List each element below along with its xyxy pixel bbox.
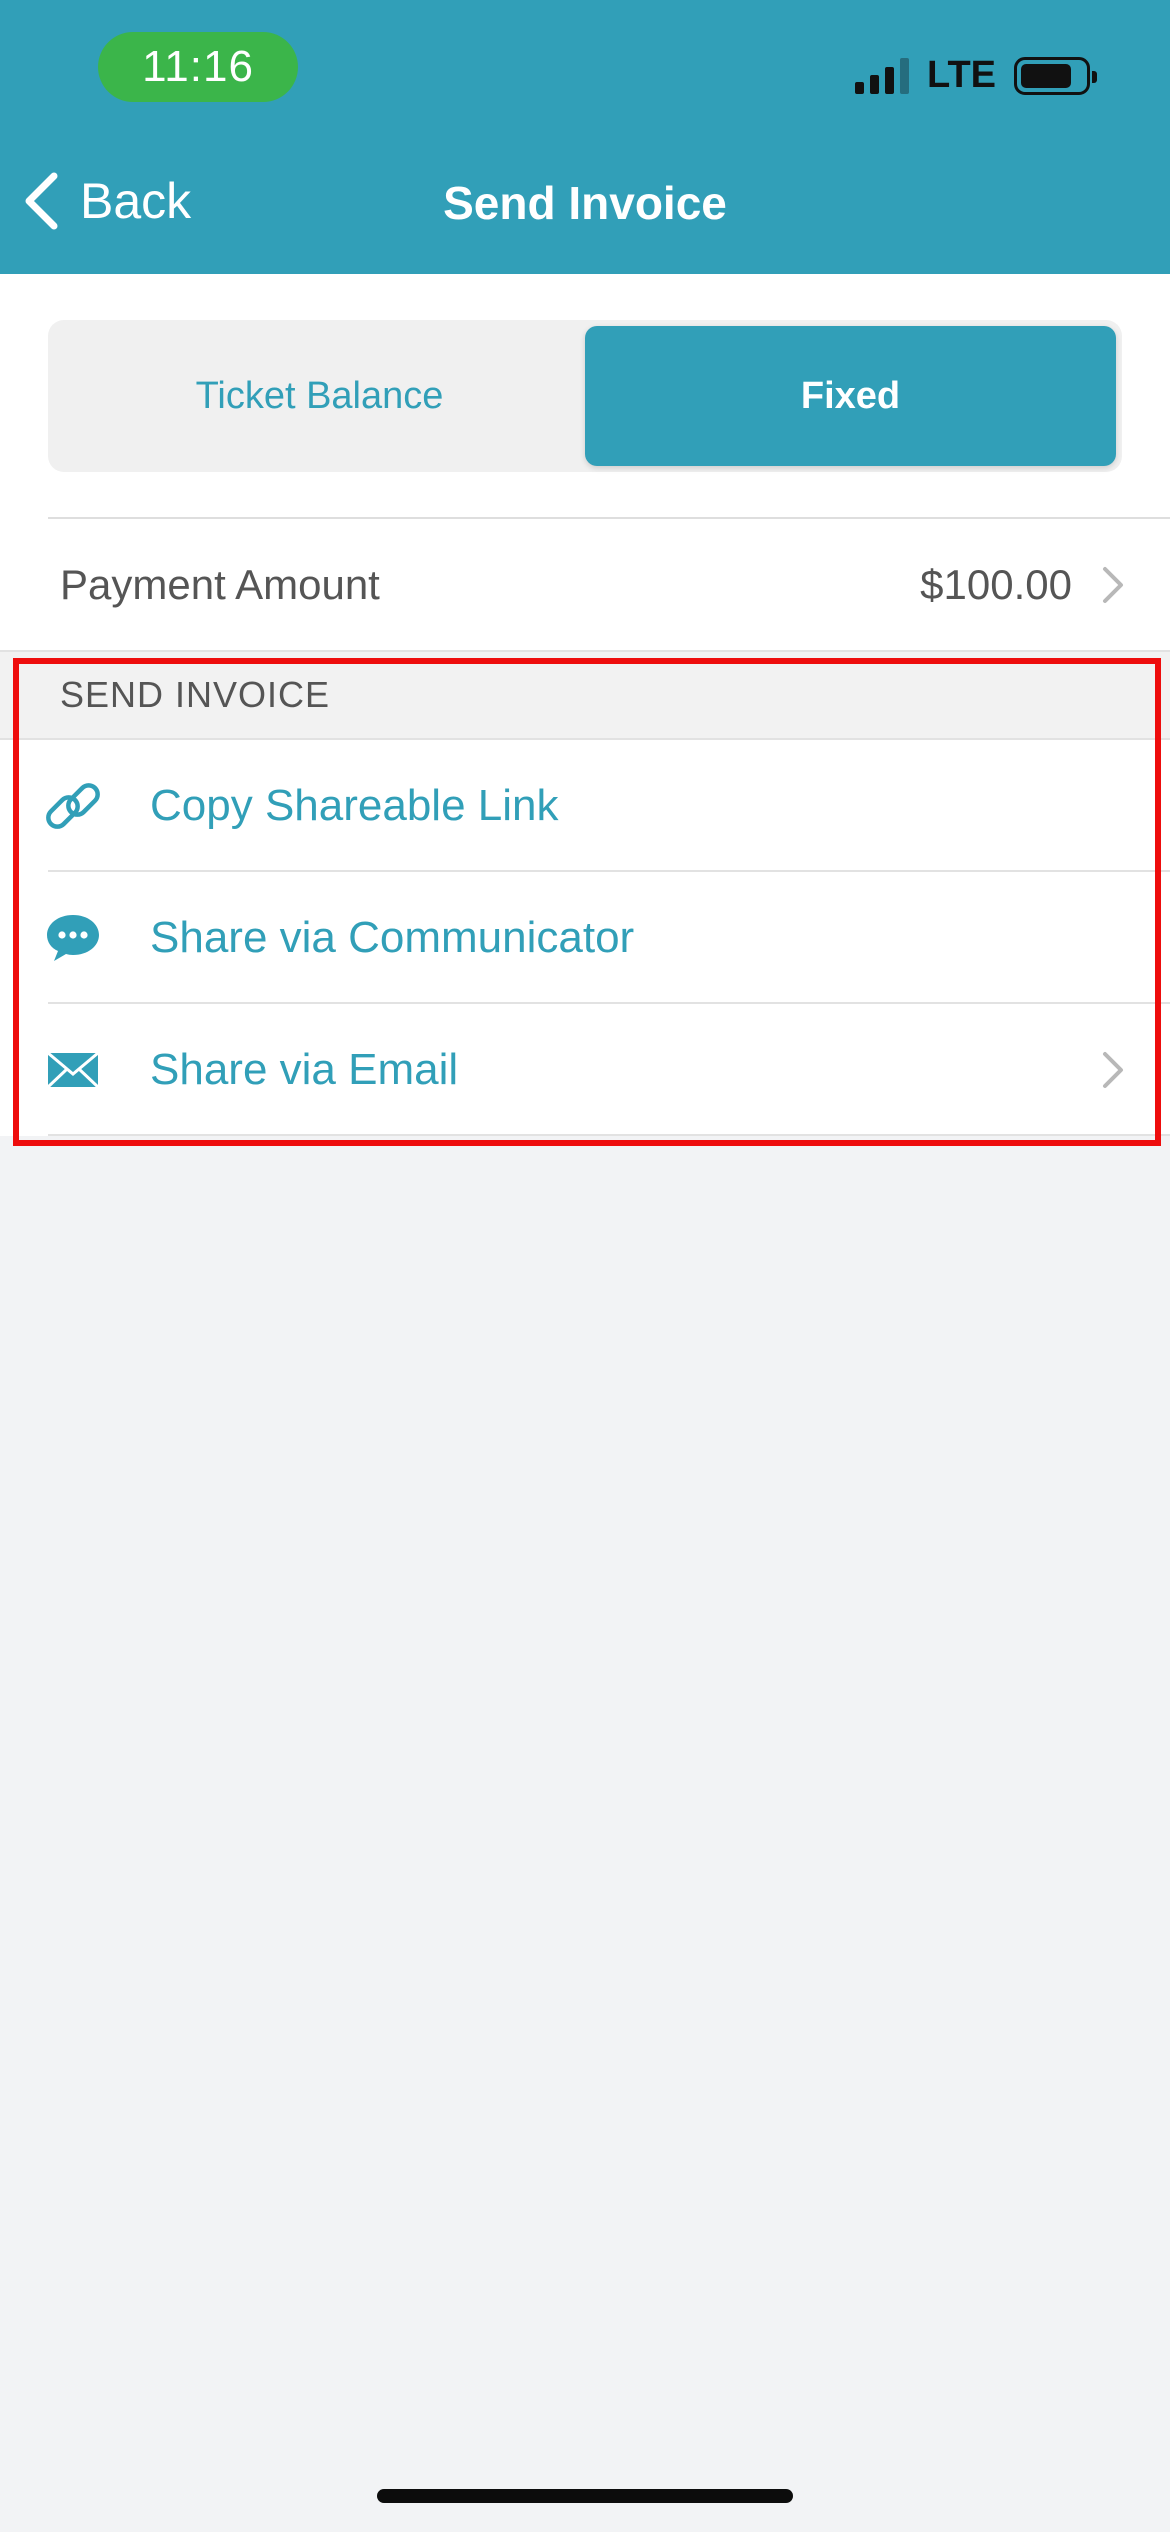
share-via-email-item[interactable]: Share via Email <box>0 1004 1170 1136</box>
status-time: 11:16 <box>98 32 298 102</box>
payment-amount-label: Payment Amount <box>60 560 380 608</box>
copy-shareable-link-label: Copy Shareable Link <box>150 781 559 830</box>
divider <box>48 1134 1170 1136</box>
amount-type-segmented-control: Ticket Balance Fixed <box>48 320 1122 472</box>
invoice-options: Ticket Balance Fixed Payment Amount $100… <box>0 274 1170 650</box>
segment-fixed[interactable]: Fixed <box>585 326 1116 466</box>
segment-ticket-balance[interactable]: Ticket Balance <box>54 326 585 466</box>
nav-header: 11:16 LTE Back Send Invoice <box>0 0 1170 274</box>
copy-shareable-link-item[interactable]: Copy Shareable Link <box>0 740 1170 872</box>
share-via-communicator-item[interactable]: Share via Communicator <box>0 872 1170 1004</box>
link-icon <box>0 773 150 839</box>
payment-amount-value: $100.00 <box>920 560 1072 608</box>
network-type: LTE <box>927 54 996 96</box>
share-via-communicator-label: Share via Communicator <box>150 913 635 962</box>
share-via-email-label: Share via Email <box>150 1045 459 1094</box>
signal-icon <box>855 57 910 94</box>
status-indicators: LTE <box>855 54 1097 97</box>
page-title: Send Invoice <box>443 177 727 229</box>
share-options-list: Copy Shareable Link Share via Communicat… <box>0 740 1170 1136</box>
payment-amount-row[interactable]: Payment Amount $100.00 <box>0 519 1170 650</box>
chevron-right-icon <box>1103 1052 1123 1088</box>
section-header-send-invoice: SEND INVOICE <box>0 650 1170 740</box>
envelope-icon <box>0 1052 150 1088</box>
home-indicator[interactable] <box>377 2489 793 2503</box>
chevron-right-icon <box>1103 566 1123 603</box>
chat-bubble-icon <box>0 912 150 964</box>
battery-icon <box>1014 56 1097 95</box>
